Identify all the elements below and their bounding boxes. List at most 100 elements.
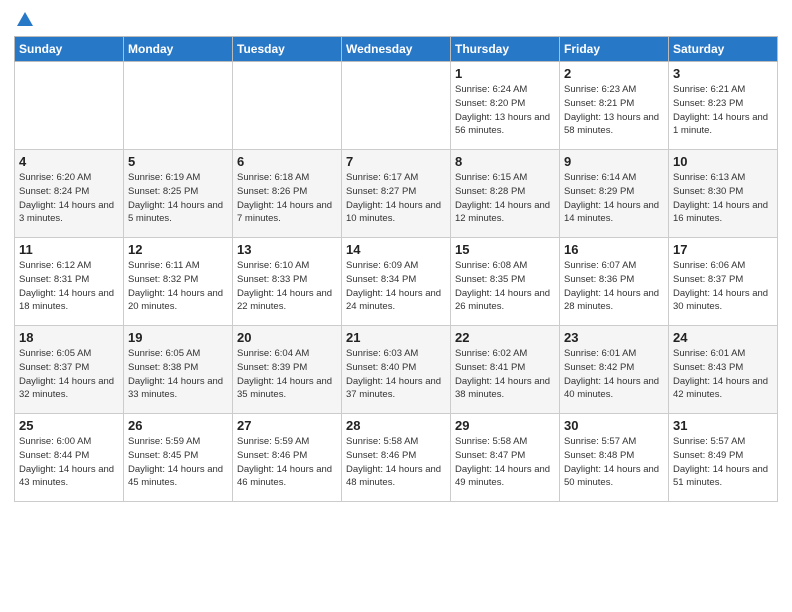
col-header-thursday: Thursday [451,37,560,62]
week-row-4: 18Sunrise: 6:05 AM Sunset: 8:37 PM Dayli… [15,326,778,414]
day-cell: 17 Sunrise: 6:06 AM Sunset: 8:37 PM Dayli… [669,238,778,326]
cell-info: Sunrise: 6:19 AM Sunset: 8:25 PM Dayligh… [128,171,228,226]
cell-info: Sunrise: 6:06 AM Sunset: 8:37 PM Dayligh… [673,259,773,314]
day-cell: 30 Sunrise: 5:57 AM Sunset: 8:48 PM Dayli… [560,414,669,502]
header [14,10,778,28]
day-number: 21 [346,330,446,345]
col-header-sunday: Sunday [15,37,124,62]
logo-block [14,10,34,28]
day-cell: 10 Sunrise: 6:13 AM Sunset: 8:30 PM Dayli… [669,150,778,238]
header-row: SundayMondayTuesdayWednesdayThursdayFrid… [15,37,778,62]
cell-info: Sunrise: 6:14 AM Sunset: 8:29 PM Dayligh… [564,171,664,226]
day-number: 25 [19,418,119,433]
cell-info: Sunrise: 6:00 AM Sunset: 8:44 PM Dayligh… [19,435,119,490]
cell-info: Sunrise: 6:02 AM Sunset: 8:41 PM Dayligh… [455,347,555,402]
day-number: 8 [455,154,555,169]
day-cell: 26 Sunrise: 5:59 AM Sunset: 8:45 PM Dayli… [124,414,233,502]
day-number: 9 [564,154,664,169]
day-number: 23 [564,330,664,345]
day-cell: 29 Sunrise: 5:58 AM Sunset: 8:47 PM Dayli… [451,414,560,502]
day-number: 31 [673,418,773,433]
col-header-monday: Monday [124,37,233,62]
day-cell: 1 Sunrise: 6:24 AM Sunset: 8:20 PM Daylig… [451,62,560,150]
cell-info: Sunrise: 6:21 AM Sunset: 8:23 PM Dayligh… [673,83,773,138]
day-cell: 22 Sunrise: 6:02 AM Sunset: 8:41 PM Dayli… [451,326,560,414]
cell-info: Sunrise: 6:13 AM Sunset: 8:30 PM Dayligh… [673,171,773,226]
col-header-saturday: Saturday [669,37,778,62]
day-cell: 12 Sunrise: 6:11 AM Sunset: 8:32 PM Dayli… [124,238,233,326]
day-number: 2 [564,66,664,81]
col-header-tuesday: Tuesday [233,37,342,62]
cell-info: Sunrise: 5:57 AM Sunset: 8:48 PM Dayligh… [564,435,664,490]
day-cell: 16Sunrise: 6:07 AM Sunset: 8:36 PM Dayli… [560,238,669,326]
logo-triangle-icon [16,10,34,28]
cell-info: Sunrise: 6:08 AM Sunset: 8:35 PM Dayligh… [455,259,555,314]
cell-info: Sunrise: 5:59 AM Sunset: 8:45 PM Dayligh… [128,435,228,490]
day-cell [342,62,451,150]
day-cell: 13 Sunrise: 6:10 AM Sunset: 8:33 PM Dayli… [233,238,342,326]
day-cell: 2 Sunrise: 6:23 AM Sunset: 8:21 PM Daylig… [560,62,669,150]
day-number: 24 [673,330,773,345]
cell-info: Sunrise: 6:09 AM Sunset: 8:34 PM Dayligh… [346,259,446,314]
cell-info: Sunrise: 6:15 AM Sunset: 8:28 PM Dayligh… [455,171,555,226]
day-number: 3 [673,66,773,81]
day-cell: 4 Sunrise: 6:20 AM Sunset: 8:24 PM Daylig… [15,150,124,238]
cell-info: Sunrise: 5:58 AM Sunset: 8:47 PM Dayligh… [455,435,555,490]
cell-info: Sunrise: 6:04 AM Sunset: 8:39 PM Dayligh… [237,347,337,402]
day-cell [15,62,124,150]
cell-info: Sunrise: 5:57 AM Sunset: 8:49 PM Dayligh… [673,435,773,490]
day-cell: 28Sunrise: 5:58 AM Sunset: 8:46 PM Dayli… [342,414,451,502]
day-cell: 9 Sunrise: 6:14 AM Sunset: 8:29 PM Daylig… [560,150,669,238]
day-cell: 25 Sunrise: 6:00 AM Sunset: 8:44 PM Dayli… [15,414,124,502]
day-cell: 3 Sunrise: 6:21 AM Sunset: 8:23 PM Daylig… [669,62,778,150]
day-number: 5 [128,154,228,169]
cell-info: Sunrise: 6:05 AM Sunset: 8:38 PM Dayligh… [128,347,228,402]
day-number: 13 [237,242,337,257]
day-number: 10 [673,154,773,169]
cell-info: Sunrise: 6:24 AM Sunset: 8:20 PM Dayligh… [455,83,555,138]
day-cell: 18Sunrise: 6:05 AM Sunset: 8:37 PM Dayli… [15,326,124,414]
col-header-friday: Friday [560,37,669,62]
day-cell: 21 Sunrise: 6:03 AM Sunset: 8:40 PM Dayli… [342,326,451,414]
day-cell: 27Sunrise: 5:59 AM Sunset: 8:46 PM Dayli… [233,414,342,502]
day-number: 19 [128,330,228,345]
cell-info: Sunrise: 6:11 AM Sunset: 8:32 PM Dayligh… [128,259,228,314]
day-cell: 11Sunrise: 6:12 AM Sunset: 8:31 PM Dayli… [15,238,124,326]
day-cell [233,62,342,150]
day-number: 4 [19,154,119,169]
day-number: 7 [346,154,446,169]
cell-info: Sunrise: 6:18 AM Sunset: 8:26 PM Dayligh… [237,171,337,226]
cell-info: Sunrise: 6:20 AM Sunset: 8:24 PM Dayligh… [19,171,119,226]
cell-info: Sunrise: 6:01 AM Sunset: 8:43 PM Dayligh… [673,347,773,402]
day-number: 12 [128,242,228,257]
day-number: 17 [673,242,773,257]
day-number: 14 [346,242,446,257]
week-row-2: 4 Sunrise: 6:20 AM Sunset: 8:24 PM Daylig… [15,150,778,238]
cell-info: Sunrise: 6:01 AM Sunset: 8:42 PM Dayligh… [564,347,664,402]
cell-info: Sunrise: 6:05 AM Sunset: 8:37 PM Dayligh… [19,347,119,402]
cell-info: Sunrise: 6:10 AM Sunset: 8:33 PM Dayligh… [237,259,337,314]
cell-info: Sunrise: 6:17 AM Sunset: 8:27 PM Dayligh… [346,171,446,226]
cell-info: Sunrise: 6:03 AM Sunset: 8:40 PM Dayligh… [346,347,446,402]
day-number: 30 [564,418,664,433]
cell-info: Sunrise: 5:58 AM Sunset: 8:46 PM Dayligh… [346,435,446,490]
day-number: 16 [564,242,664,257]
cell-info: Sunrise: 6:12 AM Sunset: 8:31 PM Dayligh… [19,259,119,314]
day-cell: 5 Sunrise: 6:19 AM Sunset: 8:25 PM Daylig… [124,150,233,238]
page: SundayMondayTuesdayWednesdayThursdayFrid… [0,0,792,516]
day-cell: 7 Sunrise: 6:17 AM Sunset: 8:27 PM Daylig… [342,150,451,238]
day-cell: 24 Sunrise: 6:01 AM Sunset: 8:43 PM Dayli… [669,326,778,414]
day-cell [124,62,233,150]
day-number: 22 [455,330,555,345]
week-row-1: 1 Sunrise: 6:24 AM Sunset: 8:20 PM Daylig… [15,62,778,150]
day-number: 20 [237,330,337,345]
day-number: 1 [455,66,555,81]
day-cell: 14 Sunrise: 6:09 AM Sunset: 8:34 PM Dayli… [342,238,451,326]
day-cell: 6Sunrise: 6:18 AM Sunset: 8:26 PM Daylig… [233,150,342,238]
day-number: 26 [128,418,228,433]
col-header-wednesday: Wednesday [342,37,451,62]
day-cell: 23 Sunrise: 6:01 AM Sunset: 8:42 PM Dayli… [560,326,669,414]
day-number: 27 [237,418,337,433]
day-number: 29 [455,418,555,433]
cell-info: Sunrise: 6:23 AM Sunset: 8:21 PM Dayligh… [564,83,664,138]
